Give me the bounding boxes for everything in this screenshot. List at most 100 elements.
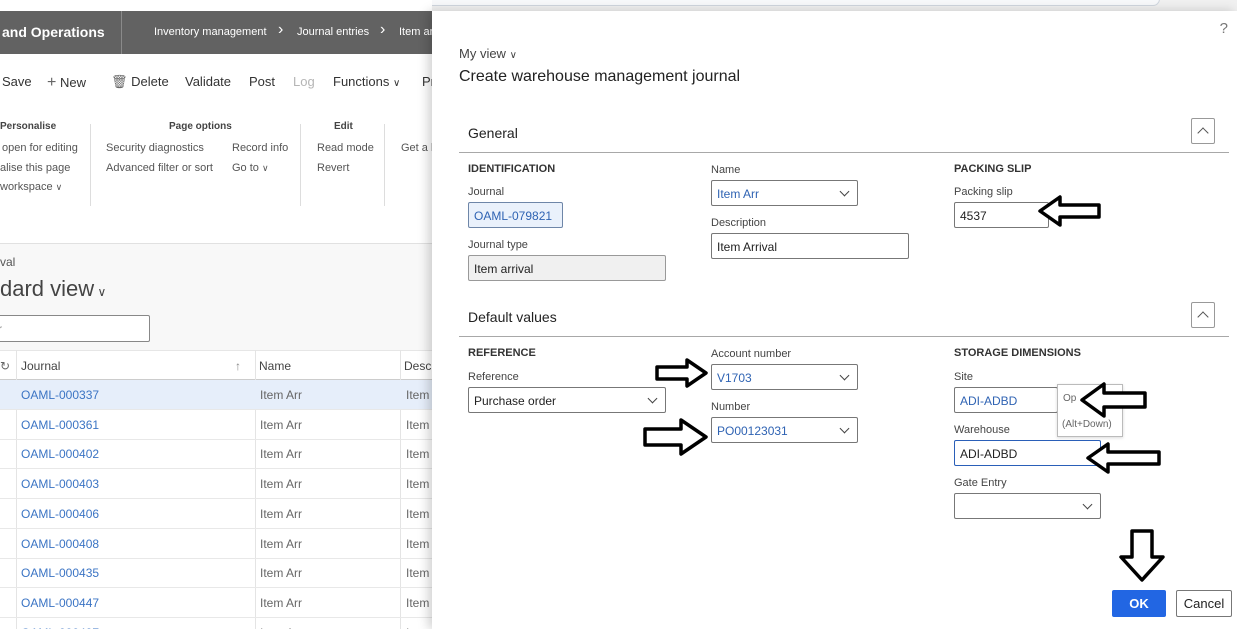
journal-cell[interactable]: OAML-000497 (21, 626, 99, 629)
general-section-title[interactable]: General (468, 125, 518, 141)
chevron-down-icon: ∨ (261, 163, 269, 173)
journal-cell[interactable]: OAML-000337 (21, 388, 99, 402)
more-menu[interactable]: Pr (422, 74, 432, 89)
table-row[interactable]: OAML-000403 Item Arr Item (0, 469, 432, 500)
tooltip-shortcut-text: (Alt+Down) (1062, 419, 1112, 430)
number-label: Number (711, 401, 751, 413)
name-cell: Item Arr (260, 388, 303, 402)
journal-label: Journal (468, 186, 505, 198)
default-values-section-title[interactable]: Default values (468, 309, 557, 325)
chevron-down-icon (839, 186, 850, 197)
chevron-down-icon (839, 423, 850, 434)
chevron-down-icon: ∨ (94, 285, 107, 299)
journal-cell[interactable]: OAML-000402 (21, 447, 99, 461)
breadcrumb-item-arrival[interactable]: Item ar (399, 26, 432, 38)
right-arrow-icon (655, 358, 708, 388)
log-button[interactable]: Log (293, 74, 315, 89)
delete-label: Delete (131, 74, 169, 89)
chevron-down-icon (839, 370, 850, 381)
warehouse-dropdown[interactable]: ADI-ADBD (954, 440, 1101, 466)
column-header-journal[interactable]: Journal (21, 359, 60, 373)
description-field[interactable]: Item Arrival (711, 233, 909, 259)
gate-entry-dropdown[interactable] (954, 493, 1101, 519)
filter-input[interactable]: r (0, 315, 150, 342)
packing-slip-label: Packing slip (954, 186, 1013, 198)
functions-menu[interactable]: Functions ∨ (333, 74, 400, 89)
table-row[interactable]: OAML-000337 Item Arr Item (0, 380, 432, 410)
packing-slip-field[interactable]: 4537 (954, 202, 1049, 228)
table-row[interactable]: OAML-000435 Item Arr Item (0, 558, 432, 589)
ribbon-personalise-page[interactable]: alise this page (0, 162, 70, 174)
refresh-icon[interactable]: ↻ (0, 359, 10, 373)
description-cell: Item (406, 626, 429, 629)
reference-label: Reference (468, 371, 519, 383)
breadcrumb-journal-entries[interactable]: Journal entries (297, 26, 369, 38)
column-header-description[interactable]: Descr (404, 359, 432, 373)
journal-cell[interactable]: OAML-000435 (21, 566, 99, 580)
description-label: Description (711, 217, 767, 229)
breadcrumb-chevron-icon: › (380, 21, 386, 38)
table-row[interactable]: OAML-000406 Item Arr Item (0, 499, 432, 529)
name-cell: Item Arr (260, 417, 303, 432)
app-bar-divider (121, 11, 122, 54)
general-section-divider (459, 152, 1229, 153)
create-journal-panel: ? My view ∨ Create warehouse management … (432, 11, 1237, 629)
account-number-dropdown[interactable]: V1703 (711, 364, 858, 390)
ribbon-open-for-editing[interactable]: open for editing (2, 142, 78, 154)
journal-cell[interactable]: OAML-000447 (21, 596, 99, 610)
cancel-button[interactable]: Cancel (1176, 590, 1232, 617)
journal-cell[interactable]: OAML-000361 (21, 418, 99, 432)
name-cell: Item Arr (260, 506, 303, 521)
help-icon[interactable]: ? (1220, 20, 1228, 37)
table-row[interactable]: OAML-000447 Item Arr Item (0, 588, 432, 618)
default-values-collapse-icon[interactable] (1191, 302, 1215, 328)
journal-type-value: Item arrival (474, 262, 534, 276)
ribbon-revert[interactable]: Revert (317, 162, 349, 174)
chevron-down-icon: ∨ (55, 182, 63, 192)
description-cell: Item (406, 417, 430, 432)
table-row[interactable]: OAML-000497 Item Arr Item (0, 618, 432, 629)
post-button[interactable]: Post (249, 74, 275, 89)
delete-button[interactable]: 🗑 Delete (111, 74, 169, 90)
sort-ascending-icon[interactable]: ↑ (235, 359, 241, 373)
ribbon-workspace[interactable]: workspace ∨ (0, 181, 62, 193)
reference-dropdown[interactable]: Purchase order (468, 387, 666, 413)
save-button[interactable]: Save (2, 74, 32, 89)
name-cell: Item Arr (260, 626, 302, 629)
left-arrow-icon (1038, 195, 1101, 227)
number-dropdown[interactable]: PO00123031 (711, 417, 858, 443)
ribbon-advanced-filter[interactable]: Advanced filter or sort (106, 162, 213, 174)
chevron-down-icon (647, 393, 658, 404)
site-dropdown[interactable]: ADI-ADBD (954, 387, 1058, 413)
journal-field[interactable]: OAML-079821 (468, 202, 563, 228)
name-dropdown[interactable]: Item Arr (711, 180, 858, 206)
breadcrumb-inventory[interactable]: Inventory management (154, 26, 267, 38)
ok-button[interactable]: OK (1112, 590, 1166, 617)
grid-header: ↻ Journal ↑ Name Descr (0, 350, 432, 380)
filter-placeholder-fragment: r (0, 322, 2, 336)
journal-cell[interactable]: OAML-000408 (21, 537, 99, 551)
journal-cell[interactable]: OAML-000406 (21, 507, 99, 521)
view-selector[interactable]: dard view ∨ (0, 276, 106, 302)
workspace-label: workspace (0, 181, 53, 193)
table-row[interactable]: OAML-000402 Item Arr Item (0, 439, 432, 470)
table-row[interactable]: OAML-000361 Item Arr Item (0, 410, 432, 440)
ribbon-record-info[interactable]: Record info (232, 142, 288, 154)
ribbon-get-link[interactable]: Get a l (401, 142, 432, 154)
journal-cell[interactable]: OAML-000403 (21, 477, 99, 491)
ribbon-read-mode[interactable]: Read mode (317, 142, 374, 154)
ribbon-security-diagnostics[interactable]: Security diagnostics (106, 142, 204, 154)
table-row[interactable]: OAML-000408 Item Arr Item (0, 529, 432, 559)
name-cell: Item Arr (260, 595, 303, 610)
new-button[interactable]: + New (47, 74, 86, 92)
my-view-selector[interactable]: My view ∨ (459, 46, 517, 61)
reference-value: Purchase order (474, 394, 557, 408)
app-title: and Operations (2, 24, 105, 40)
down-arrow-icon (1119, 529, 1165, 582)
validate-button[interactable]: Validate (185, 74, 231, 89)
list-caption: val (0, 255, 16, 269)
general-collapse-icon[interactable] (1191, 118, 1215, 144)
action-bar: Save + New 🗑 Delete Validate Post Log Fu… (0, 66, 432, 100)
ribbon-go-to[interactable]: Go to ∨ (232, 162, 269, 174)
column-header-name[interactable]: Name (259, 359, 291, 373)
